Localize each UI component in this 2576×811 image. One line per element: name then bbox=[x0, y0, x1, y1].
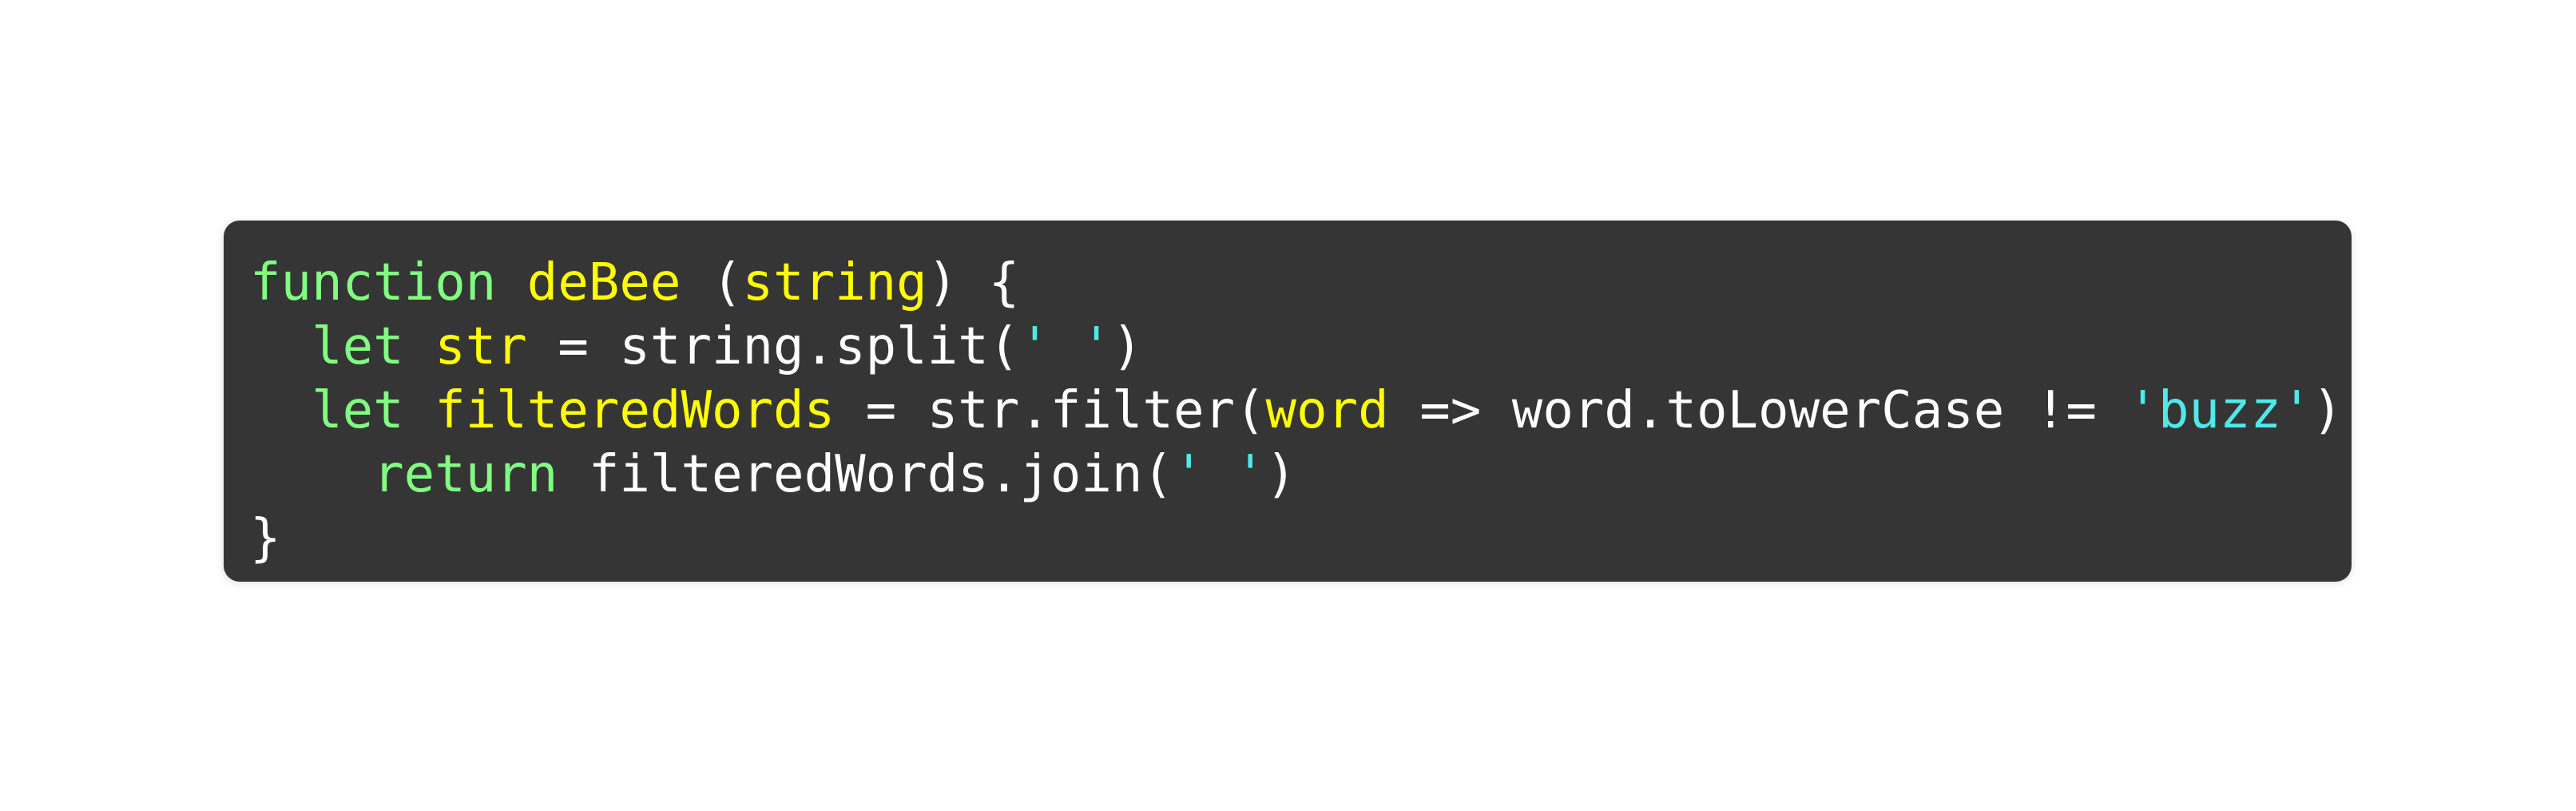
keyword-token: let bbox=[312, 317, 404, 376]
string-token: 'buzz' bbox=[2127, 381, 2312, 440]
variable-token: str bbox=[435, 317, 527, 376]
param-token: string bbox=[742, 253, 927, 312]
code-line: } bbox=[250, 509, 281, 568]
keyword-token: function bbox=[250, 253, 497, 312]
code-line: function deBee (string) { bbox=[250, 253, 1019, 312]
string-token: ' ' bbox=[1019, 317, 1112, 376]
code-line: return filteredWords.join(' ') bbox=[250, 445, 1296, 504]
token: = string.split( bbox=[526, 317, 1020, 376]
param-token: word bbox=[1265, 381, 1389, 440]
token: => word.toLowerCase != bbox=[1388, 381, 2128, 440]
token: = str.filter( bbox=[835, 381, 1266, 440]
keyword-token: return bbox=[373, 445, 558, 504]
function-name-token: deBee bbox=[526, 253, 681, 312]
token: filteredWords.join( bbox=[558, 445, 1173, 504]
token: ) bbox=[2312, 381, 2344, 440]
closing-brace: } bbox=[250, 509, 281, 568]
code-text: function deBee (string) { let str = stri… bbox=[250, 251, 2343, 570]
keyword-token: let bbox=[312, 381, 404, 440]
token: ) bbox=[1265, 445, 1297, 504]
token: ) bbox=[1111, 317, 1143, 376]
token: ) { bbox=[927, 253, 1020, 312]
variable-token: filteredWords bbox=[435, 381, 836, 440]
token: ( bbox=[681, 253, 743, 312]
code-line: let filteredWords = str.filter(word => w… bbox=[250, 381, 2343, 440]
code-line: let str = string.split(' ') bbox=[250, 317, 1142, 376]
string-token: ' ' bbox=[1173, 445, 1266, 504]
code-block: function deBee (string) { let str = stri… bbox=[224, 221, 2352, 582]
